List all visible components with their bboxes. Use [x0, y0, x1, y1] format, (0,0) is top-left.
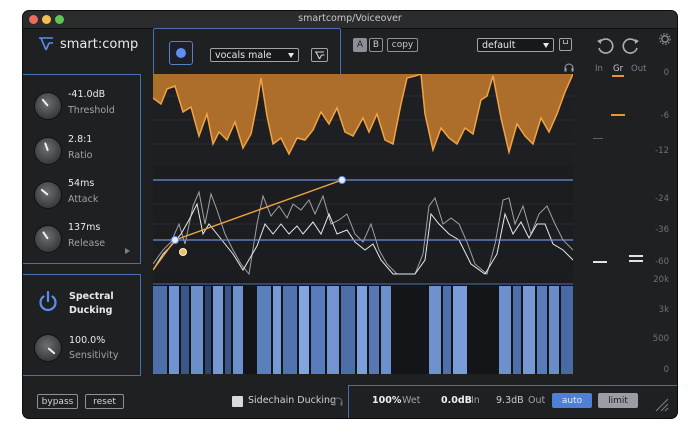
in-meter-tick: [593, 138, 603, 139]
profile-value: default: [482, 40, 516, 51]
output-gain-value[interactable]: 9.3dB: [496, 395, 524, 406]
chevron-down-icon: [288, 53, 294, 58]
meter-gr-label: Gr: [613, 64, 624, 74]
limit-button[interactable]: limit: [598, 393, 638, 408]
compression-display[interactable]: [153, 74, 573, 374]
gear-icon[interactable]: [659, 33, 671, 45]
preset-value: vocals male: [215, 50, 272, 61]
ab-b-button[interactable]: B: [369, 38, 383, 52]
sidechain-label: Sidechain Ducking: [248, 395, 337, 406]
bypass-button[interactable]: bypass: [37, 394, 78, 409]
resize-grip-icon[interactable]: [653, 396, 669, 412]
ratio-knob[interactable]: [35, 138, 61, 164]
ab-a-button[interactable]: A: [353, 38, 367, 52]
release-label: Release: [68, 238, 106, 249]
wet-label: Wet: [402, 395, 421, 406]
window-title: smartcomp/Voiceover: [298, 13, 402, 24]
attack-label: Attack: [68, 194, 99, 205]
level-graph: [153, 170, 573, 278]
smartcomp-logo-icon: [315, 51, 325, 60]
smart-process-button[interactable]: [311, 48, 328, 62]
save-icon[interactable]: [559, 38, 572, 51]
meter-in-label: In: [595, 64, 603, 74]
brand-name: smart:comp: [60, 36, 139, 52]
scale-freq-3k: 3k: [658, 305, 669, 315]
power-icon[interactable]: [37, 290, 59, 312]
threshold-handle[interactable]: [171, 236, 179, 244]
redo-icon[interactable]: [621, 36, 641, 56]
threshold-label: Threshold: [68, 105, 115, 116]
ab-copy-button[interactable]: copy: [387, 38, 418, 52]
chevron-down-icon: [543, 43, 549, 48]
knee-handle[interactable]: [338, 176, 346, 184]
output-gain-label: Out: [528, 395, 546, 406]
smartcomp-logo-icon: [39, 37, 53, 51]
scale-db-0: 0: [663, 68, 669, 78]
release-value: 137ms: [68, 222, 101, 233]
scale-db-12: -12: [655, 146, 669, 156]
threshold-value: -41.0dB: [68, 89, 106, 100]
profile-dropdown[interactable]: default: [477, 38, 554, 52]
input-gain-label: In: [471, 395, 480, 406]
ducking-title-1: Spectral: [69, 291, 114, 302]
scale-db-36: -36: [655, 225, 669, 235]
undo-icon[interactable]: [595, 36, 615, 56]
release-knob[interactable]: [35, 226, 61, 252]
wet-value[interactable]: 100%: [372, 395, 401, 406]
sensitivity-label: Sensitivity: [69, 350, 119, 361]
in-meter-level: [593, 261, 607, 263]
gr-meter-indicator: [612, 75, 624, 77]
auto-button[interactable]: auto: [552, 393, 592, 408]
gr-meter-value-bar: [611, 114, 625, 116]
input-gain-value[interactable]: 0.0dB: [441, 395, 472, 406]
headphones-icon[interactable]: [564, 63, 574, 72]
preset-panel: vocals male: [153, 28, 341, 76]
scale-db-60: -60: [655, 257, 669, 267]
threshold-knob[interactable]: [35, 93, 61, 119]
spectral-ducking-panel: Spectral Ducking 100.0% Sensitivity: [23, 274, 141, 376]
sensitivity-knob[interactable]: [35, 335, 61, 361]
scale-db-24: -24: [655, 194, 669, 204]
attack-value: 54ms: [68, 178, 95, 189]
ratio-value: 2.8:1: [68, 134, 93, 145]
sensitivity-value: 100.0%: [69, 335, 106, 346]
title-bar: smartcomp/Voiceover: [23, 11, 677, 29]
preset-dropdown[interactable]: vocals male: [210, 48, 299, 62]
scale-db-6: -6: [660, 111, 669, 121]
scale-freq-20k: 20k: [653, 275, 669, 285]
sidechain-toggle[interactable]: [232, 396, 243, 407]
level-indicator-dot: [179, 248, 187, 256]
compressor-parameters-panel: -41.0dB Threshold 2.8:1 Ratio 54ms Attac…: [23, 74, 141, 264]
plugin-window: smartcomp/Voiceover smart:comp vocals ma…: [23, 11, 677, 418]
attack-knob[interactable]: [35, 182, 61, 208]
ratio-label: Ratio: [68, 150, 93, 161]
headphones-icon[interactable]: [333, 397, 343, 406]
expand-arrow-icon[interactable]: [125, 248, 130, 254]
scale-freq-500: 500: [652, 334, 669, 344]
ducking-title-2: Ducking: [69, 305, 113, 316]
reset-button[interactable]: reset: [85, 394, 124, 409]
brand-logo: smart:comp: [38, 35, 138, 53]
record-button[interactable]: [169, 41, 193, 65]
scale-freq-0: 0: [663, 365, 669, 375]
spectral-ducking-graph: [153, 283, 573, 374]
gain-reduction-graph: [153, 74, 573, 166]
